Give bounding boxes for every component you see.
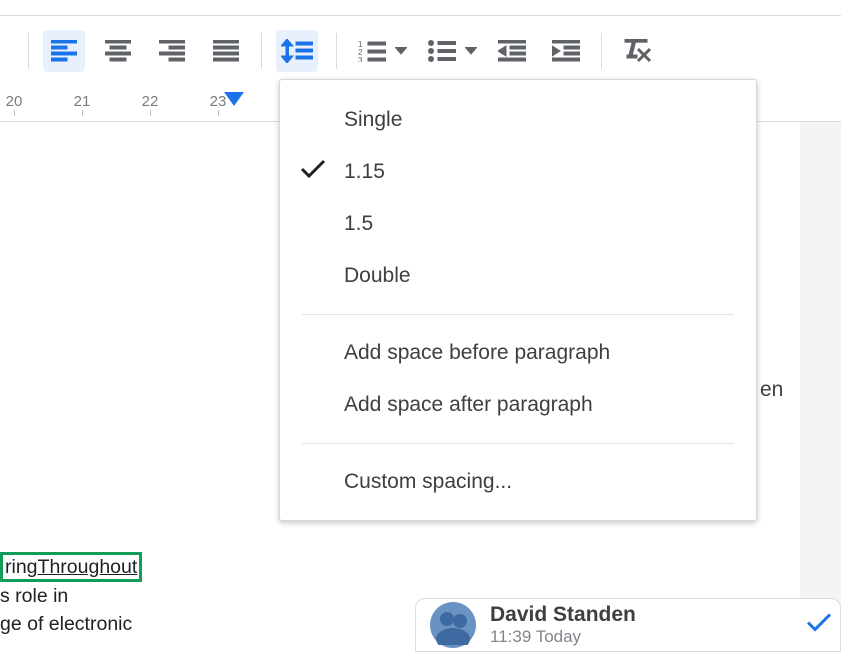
align-justify-icon (213, 40, 239, 62)
align-right-icon (159, 40, 185, 62)
indent-increase-icon (552, 40, 580, 62)
menu-item-label: Single (344, 108, 402, 132)
toolbar-sep (261, 33, 262, 69)
menu-item-add-space-after[interactable]: Add space after paragraph (280, 379, 756, 431)
avatar (430, 602, 476, 648)
menu-item-1-15[interactable]: 1.15 (280, 146, 756, 198)
clear-formatting-icon (623, 39, 651, 63)
align-center-button[interactable] (97, 30, 139, 72)
bulleted-list-button[interactable] (421, 30, 463, 72)
text-fragment: en (760, 378, 783, 402)
avatar-silhouette-icon (433, 605, 473, 645)
indent-decrease-icon (498, 40, 526, 62)
ruler-tick: 22 (116, 90, 184, 114)
side-panel-bg (800, 122, 841, 622)
menu-item-label: Add space after paragraph (344, 393, 593, 417)
align-center-icon (105, 40, 131, 62)
svg-text:3: 3 (358, 56, 363, 62)
doc-text: s role in (0, 585, 68, 607)
ruler-tick: 20 (0, 90, 48, 114)
doc-text: ge of electronic (0, 613, 132, 635)
menu-separator (302, 314, 734, 315)
indent-increase-button[interactable] (545, 30, 587, 72)
menu-item-label: Custom spacing... (344, 470, 512, 494)
menu-item-1-5[interactable]: 1.5 (280, 198, 756, 250)
chevron-down-icon[interactable] (395, 47, 407, 55)
doc-text: ring (5, 556, 38, 578)
menu-item-custom-spacing[interactable]: Custom spacing... (280, 456, 756, 508)
checkmark-icon (300, 158, 326, 186)
comment-card[interactable]: David Standen 11:39 Today (415, 598, 841, 652)
numbered-list-button[interactable]: 1 2 3 (351, 30, 393, 72)
chevron-down-icon[interactable] (465, 47, 477, 55)
comment-time: 11:39 Today (490, 627, 636, 647)
menu-item-double[interactable]: Double (280, 250, 756, 302)
document-fragment: ringThroughout s role in ge of electroni… (0, 542, 200, 652)
bulleted-list-icon (428, 40, 456, 62)
line-spacing-icon (281, 39, 313, 63)
menu-item-single[interactable]: Single (280, 94, 756, 146)
menu-item-label: Double (344, 264, 411, 288)
toolbar-sep (336, 33, 337, 69)
first-line-indent-marker[interactable] (224, 92, 244, 106)
menu-item-label: Add space before paragraph (344, 341, 610, 365)
suggestion-highlight[interactable]: ringThroughout (0, 552, 142, 582)
line-spacing-menu: Single 1.15 1.5 Double Add space before … (279, 79, 757, 521)
indent-decrease-button[interactable] (491, 30, 533, 72)
menu-item-label: 1.15 (344, 160, 385, 184)
doc-text: Throughout (38, 556, 138, 578)
checkmark-icon (806, 612, 832, 634)
toolbar-sep (601, 33, 602, 69)
numbered-list-icon: 1 2 3 (358, 40, 386, 62)
line-spacing-button[interactable] (276, 30, 318, 72)
toolbar-sep (28, 33, 29, 69)
menu-item-add-space-before[interactable]: Add space before paragraph (280, 327, 756, 379)
menu-item-label: 1.5 (344, 212, 373, 236)
align-right-button[interactable] (151, 30, 193, 72)
comment-author: David Standen (490, 603, 636, 627)
align-left-button[interactable] (43, 30, 85, 72)
align-left-icon (51, 40, 77, 62)
ruler-tick: 21 (48, 90, 116, 114)
resolve-comment-button[interactable] (806, 612, 832, 639)
menu-separator (302, 443, 734, 444)
toolbar-top-divider (0, 15, 841, 16)
align-justify-button[interactable] (205, 30, 247, 72)
toolbar: 1 2 3 (0, 22, 841, 79)
clear-formatting-button[interactable] (616, 30, 658, 72)
